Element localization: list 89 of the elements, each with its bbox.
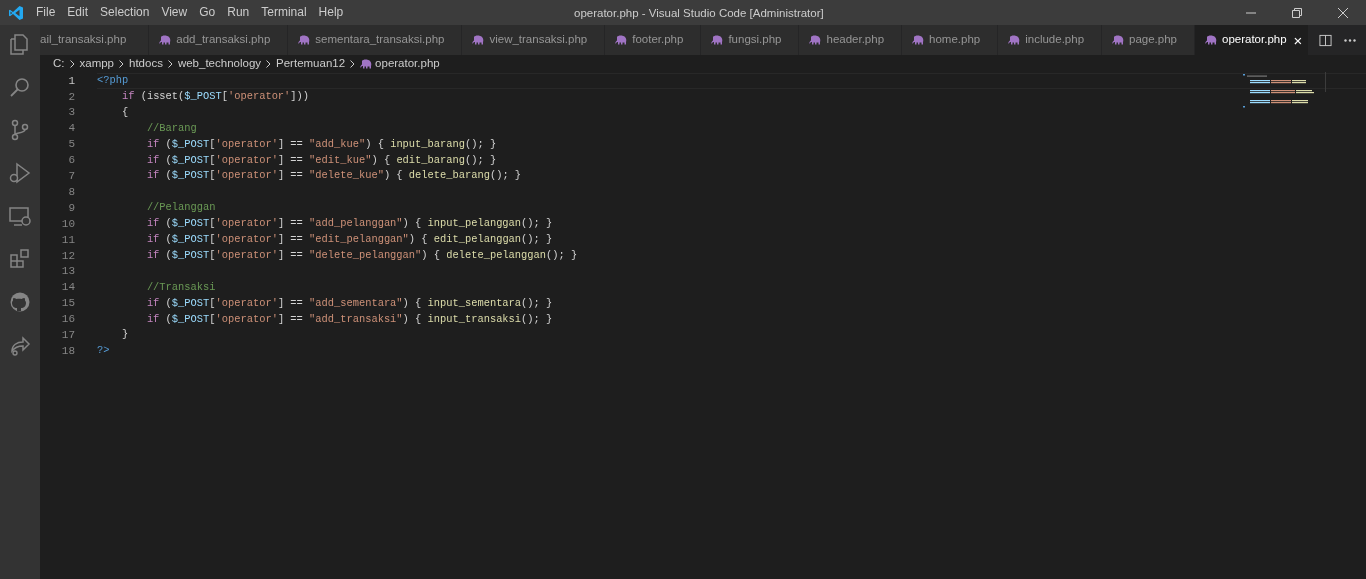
menu-item[interactable]: View (155, 0, 194, 25)
editor-tab[interactable]: page.php (1102, 25, 1195, 55)
editor-tab[interactable]: home.php (902, 25, 999, 55)
tab-label: include.php (1025, 32, 1085, 48)
tab-label: home.php (929, 32, 981, 48)
line-number: 6 (67, 153, 75, 169)
editor-tab[interactable]: sementara_transaksi.php (288, 25, 463, 55)
line-number: 2 (67, 89, 75, 105)
menu-item[interactable]: Edit (61, 0, 95, 25)
editor-tab[interactable]: add_transaksi.php (149, 25, 289, 55)
line-number: 4 (67, 121, 75, 137)
menu-item[interactable]: Selection (94, 0, 156, 25)
tab-label: add_transaksi.php (176, 32, 271, 48)
editor-tab[interactable]: include.php (998, 25, 1103, 55)
breadcrumb-item[interactable]: C: (53, 54, 65, 73)
line-number: 9 (67, 200, 75, 216)
line-number: 13 (60, 264, 75, 280)
tab-label: header.php (826, 32, 885, 48)
window-title: operator.php - Visual Studio Code [Administrator] (574, 6, 824, 21)
editor-tab[interactable]: footer.php (605, 25, 702, 55)
tab-label: page.php (1129, 32, 1177, 48)
line-number: 14 (60, 280, 75, 296)
elephant-icon (360, 58, 373, 69)
github-icon[interactable] (8, 290, 32, 314)
tab-label: sementara_transaksi.php (315, 32, 445, 48)
code-line: if ($_POST['operator'] == "add_sementara") { input_sementara(); } (146, 295, 553, 311)
chevron-icon (119, 59, 125, 68)
line-number: 10 (60, 216, 75, 232)
vscode-logo-icon (8, 4, 24, 21)
tab-label: operator.php (1222, 32, 1287, 48)
line-number: 8 (67, 184, 75, 200)
line-number: 15 (60, 296, 75, 312)
menu-item[interactable]: Run (221, 0, 256, 25)
line-number: 11 (60, 232, 75, 248)
chevron-icon (167, 59, 173, 68)
line-number: 17 (60, 327, 75, 343)
code-line: //Transaksi (146, 279, 216, 295)
code-line: <?php (97, 73, 129, 89)
close-icon[interactable] (1338, 7, 1348, 18)
code-line: { (121, 104, 129, 120)
editor-tab[interactable]: header.php (799, 25, 903, 55)
line-number: 12 (60, 248, 75, 264)
code-line: ?> (97, 343, 110, 359)
monitor-icon[interactable] (8, 204, 32, 228)
chevron-icon (266, 59, 272, 68)
more-icon[interactable] (1344, 38, 1356, 42)
tab-label: ail_transaksi.php (40, 32, 127, 48)
breadcrumb-item[interactable]: web_technology (177, 54, 262, 73)
editor-tab[interactable]: view_transaksi.php (462, 25, 606, 55)
editor-tab[interactable]: operator.php × (1195, 25, 1310, 55)
chevron-icon (69, 59, 75, 68)
code-line: if ($_POST['operator'] == "add_transaksi") { input_transaksi(); } (146, 311, 553, 327)
code-line: if ($_POST['operator'] == "edit_pelanggan") { edit_pelanggan(); } (146, 232, 553, 248)
menu-item[interactable]: Terminal (255, 0, 313, 25)
code-line: if (isset($_POST['operator'])) (121, 89, 310, 105)
code-line: if ($_POST['operator'] == "delete_pelanggan") { delete_pelanggan(); } (146, 247, 578, 263)
code-line: if ($_POST['operator'] == "add_pelanggan") { input_pelanggan(); } (146, 216, 553, 232)
code-line: //Barang (146, 120, 197, 136)
extensions-icon[interactable] (8, 247, 32, 271)
close-tab-button[interactable]: × (1293, 32, 1303, 48)
editor-tab[interactable]: fungsi.php (701, 25, 800, 55)
menu-item[interactable]: File (30, 0, 62, 25)
split-editor-icon[interactable] (1319, 33, 1332, 47)
breadcrumb-item[interactable]: htdocs (129, 54, 163, 73)
tab-label: fungsi.php (728, 32, 782, 48)
search-icon[interactable] (8, 75, 32, 99)
code-line: //Pelanggan (146, 200, 216, 216)
line-number: 1 (67, 73, 75, 89)
breadcrumb-item[interactable]: Pertemuan12 (276, 54, 346, 73)
menu-item[interactable]: Go (193, 0, 222, 25)
breadcrumb-item[interactable]: operator.php (375, 54, 440, 73)
line-number: 3 (67, 105, 75, 121)
chevron-icon (350, 59, 356, 68)
run-debug-icon[interactable] (8, 161, 32, 185)
code-line: if ($_POST['operator'] == "add_kue") { input_barang(); } (146, 136, 497, 152)
code-line: if ($_POST['operator'] == "edit_kue") { edit_barang(); } (146, 152, 497, 168)
menu-item[interactable]: Help (312, 0, 350, 25)
line-number: 5 (67, 137, 75, 153)
breadcrumb-item[interactable]: xampp (79, 54, 115, 73)
line-number: 18 (60, 343, 75, 359)
code-line: if ($_POST['operator'] == "delete_kue") { delete_barang(); } (146, 168, 522, 184)
share-arrow-icon[interactable] (8, 333, 32, 357)
tab-label: footer.php (632, 32, 684, 48)
restore-icon[interactable] (1292, 7, 1302, 18)
code-line: } (121, 327, 129, 343)
tab-label: view_transaksi.php (489, 32, 588, 48)
editor-tab[interactable]: ail_transaksi.php (40, 25, 150, 55)
line-number: 16 (60, 312, 75, 328)
line-number: 7 (67, 169, 75, 185)
